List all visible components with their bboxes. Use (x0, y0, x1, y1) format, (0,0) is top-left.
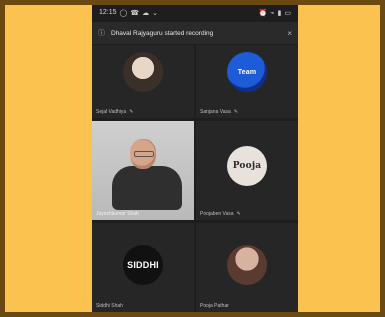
status-right: ⏰ ⌁ ▮ ▭ (259, 9, 291, 17)
participant-name: Jayeshkumar Shah (96, 211, 139, 217)
avatar: SIDDHI (123, 245, 163, 285)
meeting-screen: 12:15 ◯ ☎ ☁ ⌄ ⏰ ⌁ ▮ ▭ ⓘ Dhaval Rajyaguru… (92, 5, 298, 312)
participant-tile[interactable]: Pooja Poojaben Vasa ✎ (196, 121, 298, 220)
avatar: Team (227, 52, 267, 92)
participant-name-row: Jayeshkumar Shah (96, 211, 139, 217)
participant-name: Pooja Pathar (200, 303, 229, 309)
avatar (227, 245, 267, 285)
info-icon: ⓘ (98, 30, 105, 37)
recording-message: Dhaval Rajyaguru started recording (111, 29, 214, 37)
avatar (123, 52, 163, 92)
wifi-icon: ⌁ (270, 9, 275, 17)
participant-name-row: Sanjana Vasa ✎ (200, 109, 238, 115)
participant-tile[interactable]: Pooja Pathar (196, 223, 298, 312)
avatar-text (123, 52, 163, 92)
battery-icon: ▭ (284, 9, 291, 17)
mic-muted-icon: ✎ (236, 211, 241, 217)
avatar-text: Pooja (232, 161, 262, 171)
participant-name-row: Siddhi Shah (96, 303, 123, 309)
participant-tile[interactable]: Team Sanjana Vasa ✎ (196, 45, 298, 118)
participant-name: Siddhi Shah (96, 303, 123, 309)
participant-video (92, 121, 194, 220)
participant-tile[interactable]: SIDDHI Siddhi Shah (92, 223, 194, 312)
avatar-text: Team (237, 68, 257, 76)
alarm-icon: ⏰ (258, 9, 268, 17)
avatar-text: SIDDHI (127, 260, 159, 270)
avatar-text (227, 245, 267, 285)
mic-muted-icon: ✎ (129, 109, 134, 115)
mic-muted-icon: ✎ (233, 109, 238, 115)
chevron-down-icon: ⌄ (152, 9, 158, 17)
signal-icon: ▮ (277, 9, 282, 17)
participant-name: Poojaben Vasa (200, 211, 234, 217)
recording-banner: ⓘ Dhaval Rajyaguru started recording × (92, 22, 298, 44)
status-left: 12:15 ◯ ☎ ☁ ⌄ (99, 9, 158, 17)
phone-icon: ☎ (130, 9, 140, 17)
whatsapp-icon: ◯ (119, 9, 128, 17)
participant-name-row: Poojaben Vasa ✎ (200, 211, 241, 217)
participants-grid: Sejal Vadhiya ✎ Team Sanjana Vasa ✎ Jaye… (92, 45, 298, 312)
avatar: Pooja (227, 146, 267, 186)
ghost-icon: ☁ (142, 9, 150, 17)
participant-video-tile[interactable]: Jayeshkumar Shah (92, 121, 194, 220)
video-person-body (112, 166, 182, 210)
status-time: 12:15 (99, 9, 117, 16)
status-bar: 12:15 ◯ ☎ ☁ ⌄ ⏰ ⌁ ▮ ▭ (92, 5, 298, 20)
participant-name-row: Pooja Pathar (200, 303, 229, 309)
participant-name: Sanjana Vasa (200, 109, 231, 115)
video-glasses (134, 151, 154, 157)
close-icon[interactable]: × (287, 29, 292, 38)
participant-name: Sejal Vadhiya (96, 109, 127, 115)
participant-name-row: Sejal Vadhiya ✎ (96, 109, 133, 115)
participant-tile[interactable]: Sejal Vadhiya ✎ (92, 45, 194, 118)
